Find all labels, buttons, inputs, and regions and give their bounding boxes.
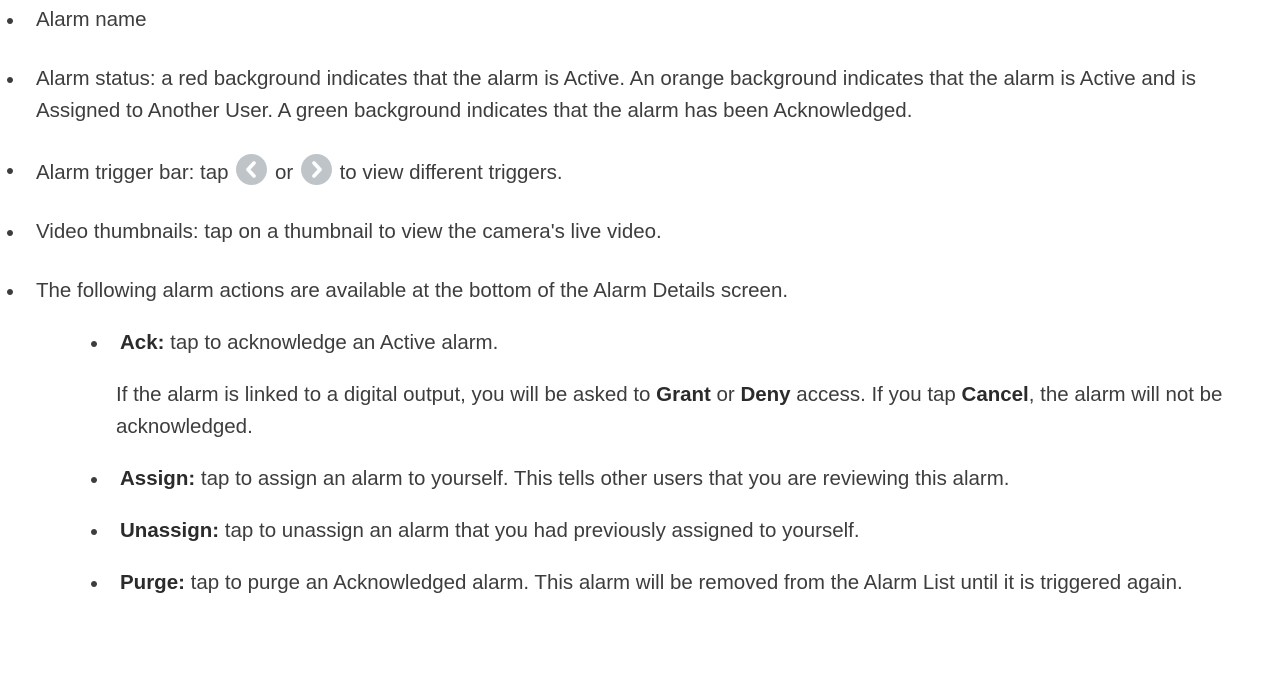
action-label-assign: Assign: (120, 467, 196, 490)
list-item-text: Video thumbnails: tap on a thumbnail to … (36, 220, 662, 243)
deny-term: Deny (740, 383, 791, 406)
alarm-details-list: Alarm name Alarm status: a red backgroun… (0, 0, 1280, 599)
action-item-purge: Purge: tap to purge an Acknowledged alar… (91, 567, 1240, 599)
cancel-term: Cancel (961, 383, 1029, 406)
list-item-alarm-name: Alarm name (7, 4, 1236, 36)
alarm-actions-list: Ack: tap to acknowledge an Active alarm.… (0, 327, 1236, 599)
list-item-text-suffix: to view different triggers. (339, 161, 563, 184)
chevron-right-circle-icon (300, 154, 332, 185)
action-text-ack: tap to acknowledge an Active alarm. (164, 331, 499, 354)
bullet (91, 477, 97, 483)
chevron-left-circle-icon (236, 154, 268, 185)
bullet (7, 168, 13, 174)
list-item-alarm-status: Alarm status: a red background indicates… (7, 63, 1236, 127)
list-item-text: The following alarm actions are availabl… (36, 279, 789, 302)
action-text-unassign: tap to unassign an alarm that you had pr… (219, 519, 860, 542)
bullet (7, 289, 13, 295)
document-body: Alarm name Alarm status: a red backgroun… (0, 0, 1280, 698)
list-item-video-thumbnails: Video thumbnails: tap on a thumbnail to … (7, 216, 1236, 248)
list-item-text: Alarm status: a red background indicates… (36, 67, 1197, 122)
list-item-text: Alarm name (36, 8, 147, 31)
action-item-unassign: Unassign: tap to unassign an alarm that … (91, 515, 1240, 547)
bullet (7, 230, 13, 236)
bullet (7, 18, 13, 24)
ack-note-text: or (710, 383, 741, 406)
bullet (7, 77, 13, 83)
bullet (91, 529, 97, 535)
ack-note-text: access. If you tap (790, 383, 962, 406)
bullet (91, 581, 97, 587)
list-item-alarm-trigger-bar: Alarm trigger bar: tap or to view differ… (7, 154, 1236, 189)
ack-note-text: If the alarm is linked to a digital outp… (116, 383, 657, 406)
grant-term: Grant (656, 383, 711, 406)
action-item-assign: Assign: tap to assign an alarm to yourse… (91, 463, 1240, 495)
action-label-unassign: Unassign: (120, 519, 220, 542)
action-text-purge: tap to purge an Acknowledged alarm. This… (184, 571, 1183, 594)
list-item-text-or: or (274, 161, 294, 184)
ack-note: If the alarm is linked to a digital outp… (116, 379, 1240, 443)
bullet (91, 341, 97, 347)
list-item-text-prefix: Alarm trigger bar: tap (36, 161, 229, 184)
action-label-purge: Purge: (120, 571, 185, 594)
list-item-alarm-actions: The following alarm actions are availabl… (7, 275, 1236, 599)
action-item-ack: Ack: tap to acknowledge an Active alarm.… (91, 327, 1240, 443)
action-text-assign: tap to assign an alarm to yourself. This… (195, 467, 1010, 490)
action-label-ack: Ack: (120, 331, 165, 354)
